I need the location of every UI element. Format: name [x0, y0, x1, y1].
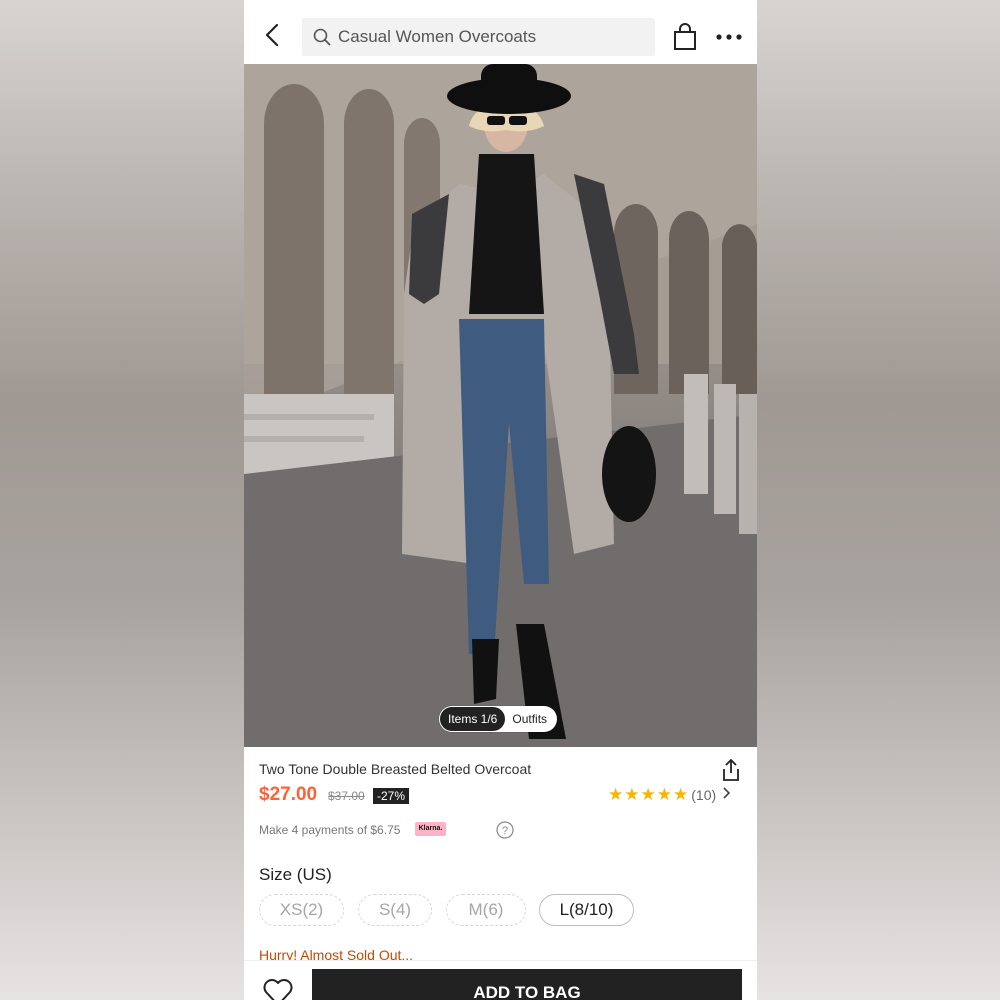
- shopping-bag-icon[interactable]: [671, 22, 699, 52]
- chevron-right-icon: [722, 786, 731, 804]
- original-price: $37.00: [328, 789, 365, 803]
- klarna-logo: Klarna.: [415, 822, 446, 836]
- items-counter-tab[interactable]: Items 1/6: [440, 707, 506, 731]
- product-image[interactable]: Items 1/6 Outfits: [244, 64, 757, 747]
- rating-link[interactable]: ★ ★ ★ ★ ★ (10): [608, 785, 731, 804]
- review-count: (10): [691, 787, 717, 803]
- size-label: Size (US): [259, 865, 332, 884]
- gallery-pager: Items 1/6 Outfits: [439, 706, 558, 732]
- star-icon: ★: [608, 785, 624, 804]
- product-title: Two Tone Double Breasted Belted Overcoat: [259, 761, 532, 777]
- outfits-tab[interactable]: Outfits: [506, 712, 557, 726]
- back-icon[interactable]: [258, 20, 288, 50]
- search-input[interactable]: Casual Women Overcoats: [302, 18, 655, 56]
- star-icon: ★: [640, 785, 656, 804]
- installment-text: Make 4 payments of $6.75: [259, 823, 401, 837]
- size-option-m[interactable]: M(6): [446, 894, 526, 926]
- size-option-s[interactable]: S(4): [358, 894, 432, 926]
- help-icon[interactable]: ?: [496, 821, 514, 839]
- star-icon: ★: [673, 785, 689, 804]
- heart-icon[interactable]: [262, 977, 294, 1000]
- bottom-action-bar: ADD TO BAG: [244, 960, 757, 1000]
- sale-price: $27.00: [259, 784, 318, 805]
- more-options-icon[interactable]: [714, 26, 744, 48]
- star-icon: ★: [624, 785, 640, 804]
- size-option-l[interactable]: L(8/10): [539, 894, 634, 926]
- star-icon: ★: [656, 785, 672, 804]
- discount-badge: -27%: [373, 788, 410, 804]
- search-text: Casual Women Overcoats: [338, 27, 537, 46]
- top-bar: Casual Women Overcoats: [244, 0, 757, 64]
- search-icon: [313, 28, 331, 46]
- add-to-bag-button[interactable]: ADD TO BAG: [312, 969, 742, 1000]
- share-icon[interactable]: [720, 758, 742, 782]
- product-page: Casual Women Overcoats Items 1/6 Outfits…: [244, 0, 757, 1000]
- size-option-xs[interactable]: XS(2): [259, 894, 344, 926]
- svg-text:?: ?: [502, 825, 508, 837]
